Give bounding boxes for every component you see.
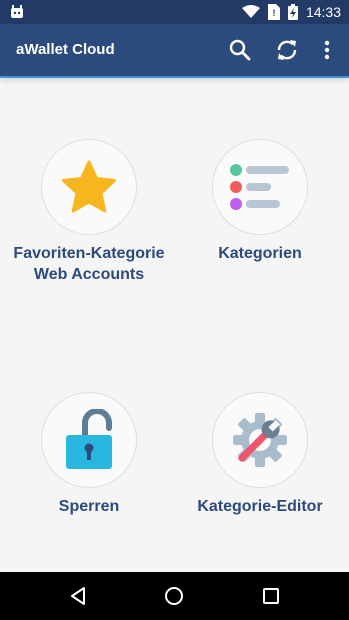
tile-lock[interactable]: Sperren: [2, 392, 176, 517]
tile-label: Sperren: [58, 498, 120, 515]
clock: 14:33: [305, 4, 341, 20]
search-button[interactable]: [220, 24, 260, 76]
no-sim-icon: !: [267, 4, 280, 20]
tile-label: Kategorien: [218, 245, 302, 262]
tile-icon-circle: [212, 139, 308, 235]
battery-charging-icon: [287, 4, 298, 20]
tile-icon-circle: [212, 392, 308, 488]
svg-text:!: !: [272, 8, 275, 18]
tile-icon-circle: [41, 139, 137, 235]
category-list-icon: [230, 164, 289, 210]
tile-label: Favoriten-Kategorie Web Accounts: [13, 245, 165, 283]
android-debug-icon: [11, 5, 23, 18]
tile-icon-circle: [41, 392, 137, 488]
app-title: aWallet Cloud: [16, 41, 115, 58]
overflow-menu-icon: [324, 40, 330, 60]
search-icon: [229, 39, 251, 61]
sync-button[interactable]: [267, 24, 307, 76]
navigation-bar: [0, 572, 349, 620]
status-bar: ! 14:33: [0, 0, 349, 24]
back-button[interactable]: [48, 572, 108, 620]
wifi-icon: [241, 5, 260, 18]
tile-label: Kategorie-Editor: [197, 498, 323, 515]
star-icon: [62, 160, 116, 213]
tile-categories[interactable]: Kategorien: [173, 139, 347, 264]
tile-category-editor[interactable]: Kategorie-Editor: [173, 392, 347, 517]
app-bar: aWallet Cloud: [0, 24, 349, 76]
back-icon: [71, 587, 85, 605]
recents-icon: [263, 588, 279, 604]
recents-button[interactable]: [241, 572, 301, 620]
sync-icon: [277, 40, 297, 60]
tile-favorites[interactable]: Favoriten-Kategorie Web Accounts: [2, 139, 176, 285]
home-button[interactable]: [144, 572, 204, 620]
settings-wrench-icon: [233, 413, 287, 467]
overflow-menu-button[interactable]: [307, 24, 347, 76]
home-icon: [165, 587, 183, 605]
unlocked-padlock-icon: [66, 409, 112, 469]
